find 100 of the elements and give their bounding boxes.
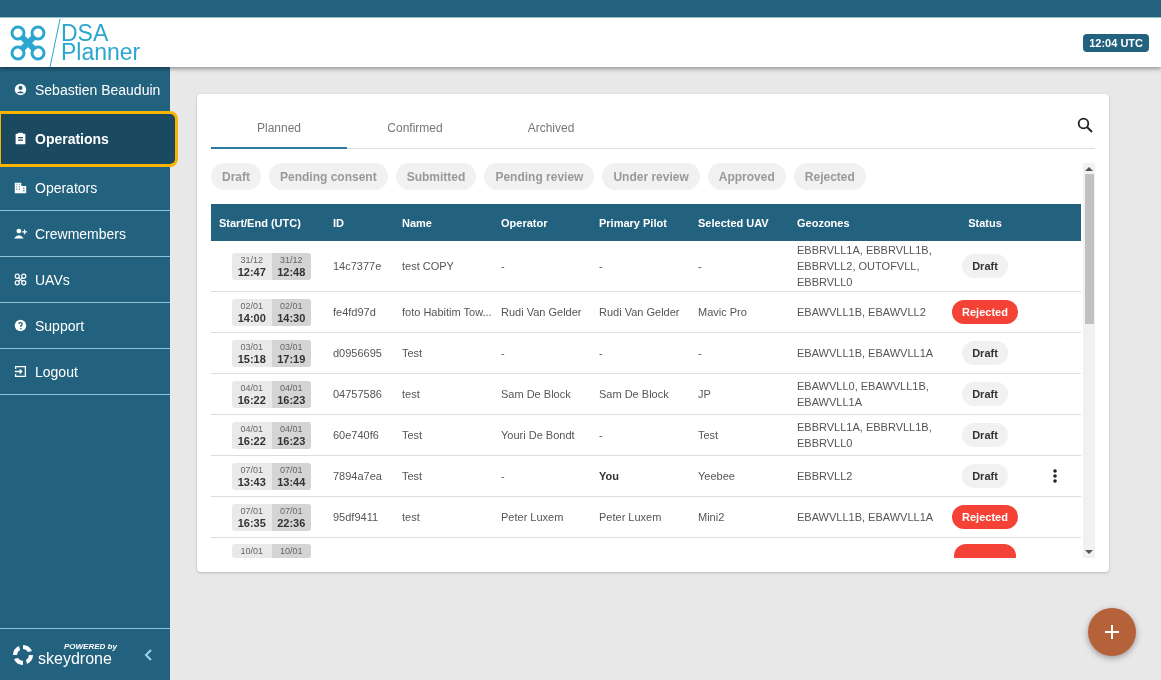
end-date: 04/01 (280, 382, 303, 394)
table-cell: - (599, 347, 603, 359)
table-cell: - (501, 260, 505, 272)
status-badge: Draft (962, 423, 1008, 447)
end-time: 16:23 (277, 393, 306, 407)
end-time: 13:44 (277, 475, 306, 489)
logo-subtitle: Planner (61, 42, 141, 62)
table-cell: 04757586 (333, 388, 382, 400)
table-cell: - (501, 470, 505, 482)
table-cell: Mavic Pro (698, 306, 747, 318)
status-badge: Rejected (952, 505, 1018, 529)
end-time: 16:23 (277, 434, 306, 448)
table-cell: Sam De Block (501, 388, 571, 400)
column-header[interactable]: ID (325, 216, 394, 229)
plus-icon (1104, 624, 1120, 640)
user-icon (14, 83, 27, 96)
column-header[interactable]: Geozones (789, 216, 940, 229)
end-date: 04/01 (280, 423, 303, 435)
table-cell: fe4fd97d (333, 306, 376, 318)
table-cell: You (599, 470, 619, 482)
sidebar-item[interactable]: Operations (0, 113, 176, 165)
column-header[interactable]: Name (394, 216, 493, 229)
tab[interactable]: Confirmed (347, 108, 483, 149)
end-date: 10/01 (280, 546, 303, 557)
add-button[interactable] (1088, 608, 1136, 656)
start-date: 02/01 (240, 300, 263, 312)
collapse-chevron-icon[interactable] (144, 648, 152, 661)
end-time: 17:19 (277, 352, 306, 366)
status-badge: Draft (962, 341, 1008, 365)
table-cell: test (402, 511, 420, 523)
table-cell: - (501, 347, 505, 359)
start-date: 10/01 (240, 546, 263, 557)
status-badge: Draft (962, 464, 1008, 488)
drone-logo-icon (9, 23, 47, 62)
slash-icon (49, 18, 61, 67)
add-user-icon (14, 227, 27, 240)
brand-name: skeydrone (38, 651, 112, 667)
sidebar-item[interactable]: Support (0, 303, 170, 349)
table-cell: 60e740f6 (333, 429, 379, 441)
table-cell: Sam De Block (599, 388, 669, 400)
table-cell: foto Habitim Tow... (402, 306, 492, 318)
table-cell: 14c7377e (333, 260, 382, 272)
column-header[interactable]: Primary Pilot (591, 216, 690, 229)
tab[interactable]: Archived (483, 108, 619, 149)
start-time: 16:22 (237, 434, 266, 448)
table-cell: Test (698, 429, 719, 441)
column-header[interactable]: Selected UAV (690, 216, 789, 229)
table-cell: - (698, 347, 702, 359)
status-badge: Draft (962, 382, 1008, 406)
status-badge: Draft (962, 254, 1008, 278)
table-cell: - (698, 260, 702, 272)
end-time: 22:36 (277, 516, 306, 530)
more-icon[interactable] (1053, 469, 1057, 483)
start-time: 16:22 (237, 393, 266, 407)
table-cell: EBBRVLL2 (797, 470, 853, 482)
search-icon[interactable] (1077, 117, 1093, 133)
table-cell: EBBRVLL1A, EBBRVLL1B, EBBRVLL0 (797, 421, 932, 449)
column-header[interactable]: Status (940, 216, 1030, 229)
scroll-down-icon[interactable] (1085, 549, 1093, 555)
table-cell: - (599, 429, 603, 441)
table-cell: Test (402, 347, 423, 359)
scroll-up-icon[interactable] (1085, 166, 1093, 172)
table-cell: Youri De Bondt (501, 429, 575, 441)
status-badge: Rejected (952, 300, 1018, 324)
end-date: 02/01 (280, 300, 303, 312)
table-cell: EBAWVLL1B, EBAWVLL1A (797, 511, 934, 523)
table-cell: Peter Luxem (501, 511, 564, 523)
start-time: 14:00 (237, 311, 266, 325)
drone-icon (14, 273, 27, 286)
logo-title: DSA (61, 23, 109, 43)
start-date: 03/01 (240, 341, 263, 353)
scrollbar[interactable] (1083, 163, 1095, 558)
end-date: 31/12 (280, 254, 303, 266)
end-date: 07/01 (280, 464, 303, 476)
table-cell: EBAWVLL1B, EBAWVLL2 (797, 306, 926, 318)
column-header[interactable]: Start/End (UTC) (211, 216, 325, 229)
table-cell: Yeebee (698, 470, 735, 482)
table-cell: Peter Luxem (599, 511, 662, 523)
table-cell: - (599, 260, 603, 272)
powered-by-label: POWERED by (64, 642, 117, 651)
start-time: 16:35 (237, 516, 266, 530)
start-date: 04/01 (240, 423, 263, 435)
building-icon (14, 181, 27, 194)
column-header[interactable]: Operator (493, 216, 591, 229)
sidebar-item[interactable]: UAVs (0, 257, 170, 303)
end-date: 03/01 (280, 341, 303, 353)
sidebar-item[interactable]: Logout (0, 349, 170, 395)
table-cell: Rudi Van Gelder (501, 306, 582, 318)
sidebar-item[interactable]: Crewmembers (0, 211, 170, 257)
skeydrone-logo-icon (12, 643, 34, 666)
table-cell: Test (402, 429, 423, 441)
start-time: 15:18 (237, 352, 266, 366)
table-cell: Test (402, 470, 423, 482)
table-cell: EBBRVLL1A, EBBRVLL1B, EBBRVLL2, OUTOFVLL, EBBRVLL0 (797, 244, 932, 288)
table-cell: 95df9411 (333, 511, 379, 523)
table-cell: d0956695 (333, 347, 382, 359)
table-cell: Rudi Van Gelder (599, 306, 680, 318)
sidebar-item[interactable]: Operators (0, 165, 170, 211)
tab[interactable]: Planned (211, 108, 347, 149)
end-date: 07/01 (280, 505, 303, 517)
